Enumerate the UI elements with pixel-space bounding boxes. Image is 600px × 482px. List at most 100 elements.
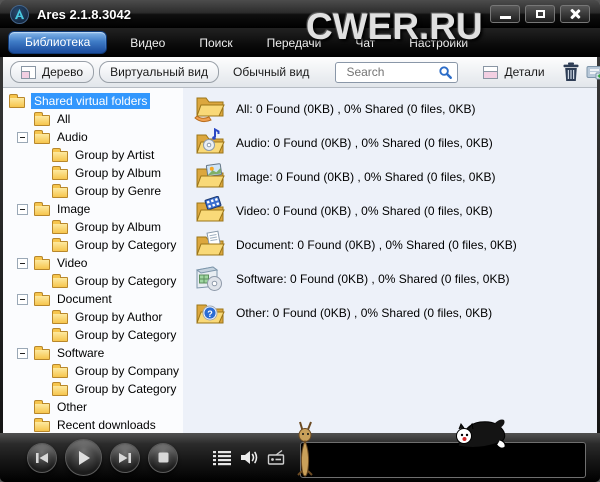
tree-item-group-by-genre[interactable]: Group by Genre (3, 182, 183, 200)
tree-item-group-by-company[interactable]: Group by Company (3, 362, 183, 380)
play-button[interactable] (65, 439, 102, 476)
tree-item-group-by-album[interactable]: Group by Album (3, 164, 183, 182)
search-box (335, 62, 458, 83)
collapse-icon[interactable] (17, 294, 28, 305)
tree-item-software[interactable]: Software (3, 344, 183, 362)
tree-item-label: Shared virtual folders (31, 93, 150, 109)
tab-search[interactable]: Поиск (182, 36, 249, 50)
tree-item-label: Recent downloads (57, 418, 156, 432)
folder-icon (34, 115, 50, 126)
tree-item-label: Group by Album (75, 166, 161, 180)
tree-item-document[interactable]: Document (3, 290, 183, 308)
stop-button[interactable] (148, 443, 178, 473)
speaker-icon (240, 449, 259, 466)
next-track-button[interactable] (110, 443, 140, 473)
playlist-lines-icon (212, 450, 232, 466)
tree-item-label: Software (57, 346, 104, 360)
delete-button[interactable] (562, 61, 580, 83)
ares-logo-icon (10, 5, 29, 24)
play-icon (76, 450, 92, 466)
tree-item-label: Group by Company (75, 364, 179, 378)
stop-icon (158, 452, 169, 463)
category-row-audio[interactable]: Audio: 0 Found (0KB) , 0% Shared (0 file… (193, 126, 597, 160)
folder-icon (9, 97, 25, 108)
tree-item-label: Audio (57, 130, 88, 144)
tree-item-audio[interactable]: Audio (3, 128, 183, 146)
folder-icon (34, 295, 50, 306)
minimize-icon (500, 16, 511, 19)
video-folder-icon (193, 196, 225, 226)
tree-item-group-by-artist[interactable]: Group by Artist (3, 146, 183, 164)
image-folder-icon (193, 162, 225, 192)
close-icon (570, 9, 580, 19)
tree-item-shared-virtual-folders[interactable]: Shared virtual folders (3, 92, 183, 110)
folder-icon (52, 313, 68, 324)
minimize-button[interactable] (490, 5, 520, 23)
trash-icon (562, 62, 580, 82)
tree-item-video[interactable]: Video (3, 254, 183, 272)
volume-button[interactable] (240, 449, 259, 466)
window-controls (490, 5, 590, 23)
folder-icon (34, 205, 50, 216)
tree-item-label: Group by Artist (75, 148, 154, 162)
tree-item-image[interactable]: Image (3, 200, 183, 218)
category-row-all[interactable]: All: 0 Found (0KB) , 0% Shared (0 files,… (193, 92, 597, 126)
tree-item-label: Other (57, 400, 87, 414)
category-row-video[interactable]: Video: 0 Found (0KB) , 0% Shared (0 file… (193, 194, 597, 228)
tree-item-label: Group by Genre (75, 184, 161, 198)
folder-icon (34, 403, 50, 414)
collapse-icon[interactable] (17, 258, 28, 269)
collapse-icon[interactable] (17, 348, 28, 359)
normal-view-button[interactable]: Обычный вид (224, 65, 318, 79)
category-row-image[interactable]: Image: 0 Found (0KB) , 0% Shared (0 file… (193, 160, 597, 194)
virtual-view-button[interactable]: Виртуальный вид (99, 61, 219, 83)
tree-item-all[interactable]: All (3, 110, 183, 128)
software-box-icon (193, 264, 225, 294)
collapse-icon[interactable] (17, 132, 28, 143)
main-tab-bar: Библиотека Видео Поиск Передачи Чат Наст… (0, 28, 600, 57)
search-input[interactable] (344, 64, 438, 80)
folder-icon (34, 421, 50, 432)
tab-video[interactable]: Видео (113, 36, 182, 50)
tab-transfers[interactable]: Передачи (250, 36, 339, 50)
folder-icon (52, 241, 68, 252)
category-row-other[interactable]: ? Other: 0 Found (0KB) , 0% Shared (0 fi… (193, 296, 597, 330)
tab-library[interactable]: Библиотека (8, 31, 107, 54)
tree-item-group-by-category[interactable]: Group by Category (3, 236, 183, 254)
collapse-icon[interactable] (17, 204, 28, 215)
tree-item-group-by-category[interactable]: Group by Category (3, 380, 183, 398)
category-summary: Software: 0 Found (0KB) , 0% Shared (0 f… (236, 272, 509, 286)
category-row-software[interactable]: Software: 0 Found (0KB) , 0% Shared (0 f… (193, 262, 597, 296)
close-button[interactable] (560, 5, 590, 23)
window-body: Дерево Виртуальный вид Обычный вид Детал… (0, 57, 600, 433)
details-button[interactable]: Детали (483, 65, 544, 79)
tree-item-recent-downloads[interactable]: Recent downloads (3, 416, 183, 433)
category-summary: Image: 0 Found (0KB) , 0% Shared (0 file… (236, 170, 495, 184)
tree-item-other[interactable]: Other (3, 398, 183, 416)
add-to-playlist-button[interactable] (585, 61, 600, 83)
previous-track-button[interactable] (27, 443, 57, 473)
tree-item-group-by-category[interactable]: Group by Category (3, 326, 183, 344)
folder-icon (34, 349, 50, 360)
window-title: Ares 2.1.8.3042 (37, 7, 131, 22)
tab-chat[interactable]: Чат (338, 36, 392, 50)
maximize-button[interactable] (525, 5, 555, 23)
tab-settings[interactable]: Настройки (392, 36, 485, 50)
folder-icon (52, 187, 68, 198)
folder-icon (52, 151, 68, 162)
player-display (300, 442, 586, 478)
tree-item-group-by-author[interactable]: Group by Author (3, 308, 183, 326)
search-icon[interactable] (438, 65, 453, 80)
tree-item-group-by-category[interactable]: Group by Category (3, 272, 183, 290)
tree-item-label: Group by Category (75, 238, 176, 252)
tree-view-button[interactable]: Дерево (10, 61, 94, 83)
playlist-toggle-button[interactable] (212, 450, 232, 466)
shared-folder-icon (193, 94, 225, 124)
radio-button[interactable] (267, 450, 286, 465)
category-row-document[interactable]: Document: 0 Found (0KB) , 0% Shared (0 f… (193, 228, 597, 262)
folder-icon (52, 169, 68, 180)
tree-item-label: Group by Category (75, 382, 176, 396)
tree-item-label: Group by Album (75, 220, 161, 234)
previous-icon (35, 452, 49, 464)
tree-item-group-by-album[interactable]: Group by Album (3, 218, 183, 236)
